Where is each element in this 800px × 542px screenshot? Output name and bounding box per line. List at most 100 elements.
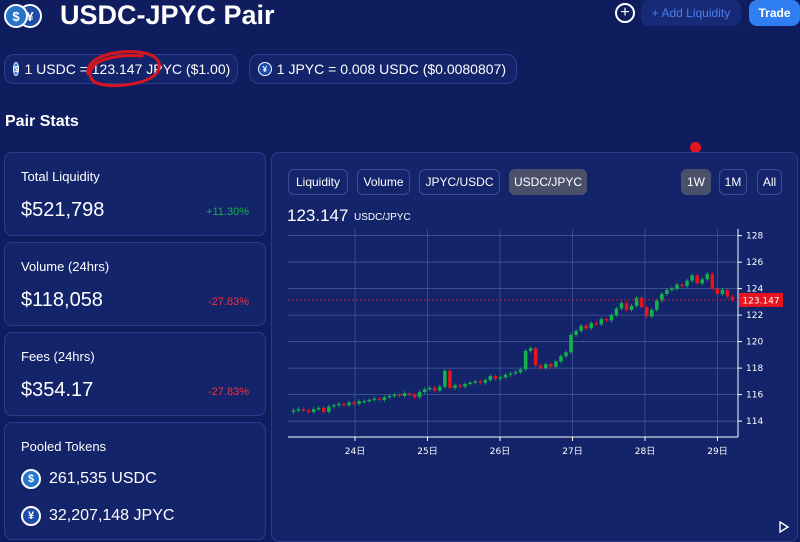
candle-body [594,323,599,325]
candle-body [387,395,392,398]
volume-card: Volume (24hrs) $118,058 -27.83% [4,242,266,326]
candle-body [584,325,588,329]
candle-body [488,376,493,381]
candle-body [700,279,704,284]
trade-button[interactable]: Trade [749,0,800,26]
candle-body [614,308,619,316]
candle-body [528,348,533,351]
candle-body [322,407,326,412]
candle-body [342,403,346,406]
candle-body [332,405,336,407]
candle-body [639,297,644,308]
candle-body [453,385,457,388]
pooled-usdc-row: $ 261,535 USDC [21,469,157,489]
pooled-jpyc-row: ¥ 32,207,148 JPYC [21,506,174,526]
x-tick-label: 25日 [417,446,437,457]
candle-body [513,372,518,374]
candle-body [503,374,508,378]
usdc-logo-icon: $ [4,4,28,28]
candle-body [665,289,669,294]
candle-body [649,309,654,317]
candle-body [306,410,311,412]
jpyc-coin-icon: ¥ [258,62,272,76]
volume-change: -27.83% [208,296,249,308]
candle-body [644,307,649,317]
candle-body [508,373,513,375]
candle-body [463,384,467,387]
candle-body [730,296,735,300]
candle-body [402,393,407,396]
add-liquidity-button[interactable]: + Add Liquidity [641,0,741,26]
pooled-tokens-label: Pooled Tokens [21,439,107,454]
total-liquidity-label: Total Liquidity [21,169,100,184]
candle-body [443,370,447,387]
page-header: $ ¥ USDC-JPYC Pair + + Add Liquidity Tra… [0,0,800,40]
candle-body [559,356,563,362]
candle-body [352,402,356,404]
candle-body [619,303,624,309]
usdc-price-pill: $ 1 USDC = 123.147 JPYC ($1.00) [4,54,238,84]
candle-body [433,387,437,391]
add-token-icon[interactable]: + [615,3,635,23]
volume-label: Volume (24hrs) [21,259,110,274]
usdc-coin-icon: $ [13,62,20,76]
candle-body [720,289,725,294]
candle-body [412,394,417,398]
candle-body [362,401,366,403]
candle-body [705,274,710,280]
candle-body [670,288,674,290]
candle-body [680,284,684,286]
candle-body [589,323,593,329]
candle-body [685,280,689,286]
candle-body [382,397,387,400]
candle-body [498,377,503,379]
y-tick-label: 120 [746,338,763,348]
x-tick-label: 29日 [707,446,727,457]
play-icon[interactable] [778,521,790,533]
candle-body [427,387,432,390]
candle-body [695,275,699,284]
candle-body [438,386,442,391]
usdc-token-icon: $ [21,469,41,489]
candle-body [296,409,301,411]
fees-label: Fees (24hrs) [21,349,95,364]
candle-body [544,364,548,369]
candle-body [316,407,321,410]
candle-body [392,394,397,396]
candle-body [710,274,715,289]
fees-value: $354.17 [21,379,94,401]
candle-body [518,369,523,373]
last-price-label: 123.147 [742,296,779,306]
pair-logo: $ ¥ [4,4,46,28]
fees-card: Fees (24hrs) $354.17 -27.83% [4,332,266,416]
candle-body [372,398,377,400]
candle-body [655,300,659,310]
candle-body [538,365,543,369]
x-tick-label: 28日 [635,446,655,457]
y-tick-label: 128 [746,232,763,242]
chart-card: Liquidity Volume JPYC/USDC USDC/JPYC 1W … [271,152,798,542]
candle-body [604,319,609,321]
volume-value: $118,058 [21,289,103,311]
pair-stats-title: Pair Stats [5,113,79,130]
candle-body [377,398,382,400]
candle-body [624,303,629,310]
total-liquidity-change: +11.30% [206,206,249,218]
candle-body [493,376,498,379]
y-tick-label: 114 [746,417,763,427]
candle-body [549,364,553,367]
candle-body [675,284,679,289]
candle-body [634,297,639,306]
candle-body [599,319,604,325]
candle-body [357,401,361,404]
y-tick-label: 122 [746,311,763,321]
pooled-jpyc-amount: 32,207,148 JPYC [49,507,175,524]
candle-body [478,381,482,383]
candle-body [629,305,634,310]
candle-body [609,315,614,321]
candle-body [448,370,452,388]
y-tick-label: 118 [746,364,763,374]
price-chart[interactable]: 11411611812012212412612824日 25日 26日 27日 28日 2… [272,153,799,542]
candle-body [690,275,694,281]
total-liquidity-card: Total Liquidity $521,798 +11.30% [4,152,266,236]
